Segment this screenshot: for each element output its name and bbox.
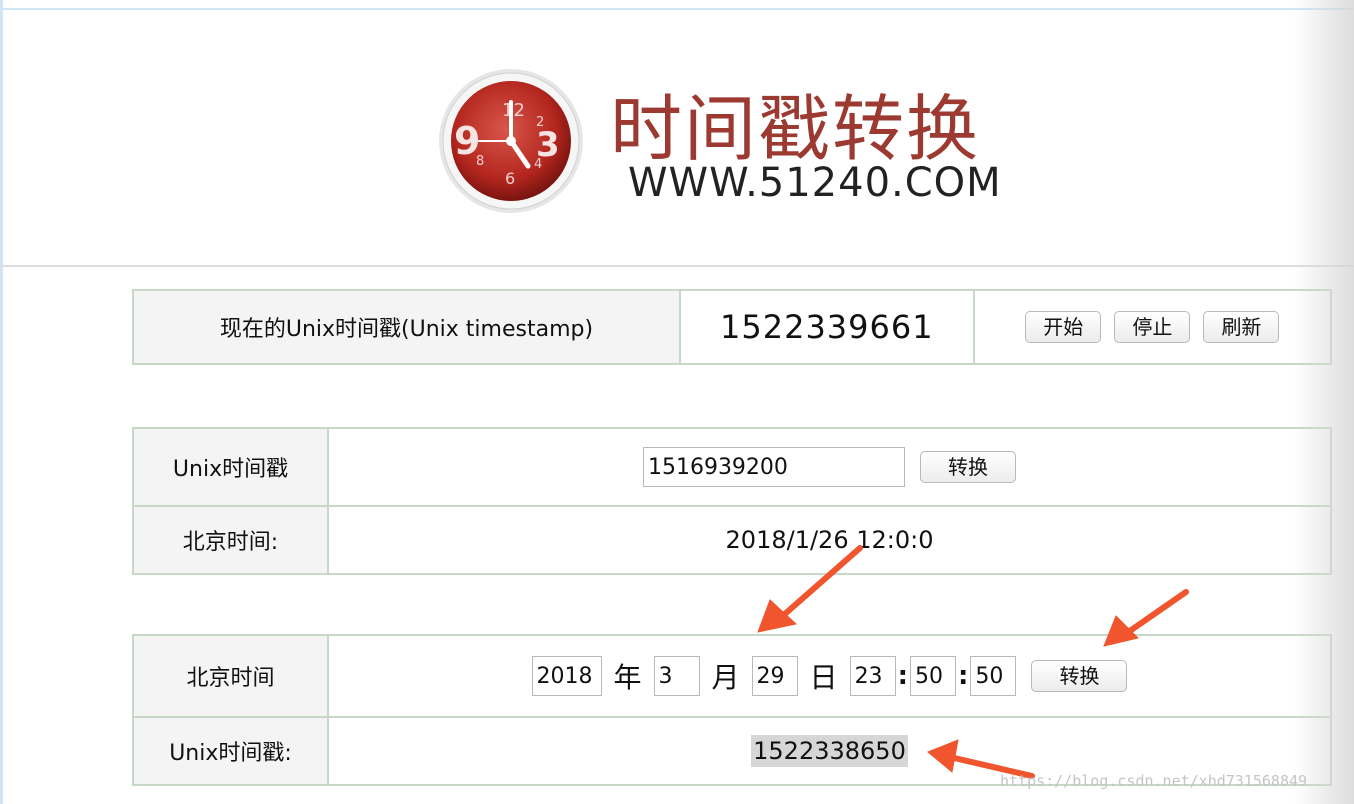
svg-text:6: 6 <box>505 169 515 188</box>
unix-result-label: Unix时间戳: <box>132 716 329 786</box>
watermark: https://blog.csdn.net/xhd731568849 <box>1000 772 1308 790</box>
timestamp-controls: 开始 停止 刷新 <box>972 289 1333 365</box>
beijing-time-label: 北京时间 <box>132 634 329 718</box>
stop-button[interactable]: 停止 <box>1114 311 1191 343</box>
logo-url: WWW.51240.COM <box>628 160 1002 206</box>
left-border <box>0 0 3 804</box>
unix-input-cell: 转换 <box>327 427 1332 507</box>
unix-timestamp-input[interactable] <box>642 447 905 487</box>
day-input[interactable] <box>751 656 798 696</box>
minute-input[interactable] <box>909 656 956 696</box>
unix-result-value: 1522338650 <box>751 735 908 767</box>
unix-timestamp-label: Unix时间戳 <box>132 427 329 507</box>
second-input[interactable] <box>970 656 1017 696</box>
current-timestamp-label: 现在的Unix时间戳(Unix timestamp) <box>132 289 681 365</box>
date-inputs-cell: 年 月 日:: 转换 <box>327 634 1332 718</box>
svg-text:12: 12 <box>502 100 525 121</box>
refresh-button[interactable]: 刷新 <box>1203 311 1280 343</box>
header-divider <box>0 265 1354 267</box>
convert-to-unix-button[interactable]: 转换 <box>1031 660 1128 692</box>
minute-second-colon: : <box>957 661 969 691</box>
beijing-time-result: 2018/1/26 12:0:0 <box>327 505 1332 575</box>
current-timestamp-table: 现在的Unix时间戳(Unix timestamp) 1522339661 开始… <box>132 289 1333 365</box>
page: 12 2 3 9 8 4 6 时间戳转换 WWW.51240.COM 现在的Un… <box>0 0 1354 804</box>
site-logo[interactable]: 12 2 3 9 8 4 6 时间戳转换 WWW.51240.COM <box>438 68 1001 218</box>
day-unit: 日 <box>809 661 838 694</box>
convert-to-date-button[interactable]: 转换 <box>920 451 1017 483</box>
year-input[interactable] <box>531 656 602 696</box>
svg-text:8: 8 <box>476 154 484 169</box>
svg-text:4: 4 <box>534 157 542 172</box>
month-unit: 月 <box>711 661 740 694</box>
hour-minute-colon: : <box>897 661 908 691</box>
date-to-unix-table: 北京时间 年 月 日:: 转换 Unix时间戳: 1522338650 <box>132 634 1332 786</box>
year-unit: 年 <box>613 661 642 694</box>
current-timestamp-value: 1522339661 <box>678 289 975 365</box>
month-input[interactable] <box>653 656 700 696</box>
start-button[interactable]: 开始 <box>1025 311 1102 343</box>
beijing-time-result-label: 北京时间: <box>132 505 329 575</box>
clock-logo-icon: 12 2 3 9 8 4 6 <box>439 69 583 213</box>
hour-input[interactable] <box>849 656 896 696</box>
unix-to-date-table: Unix时间戳 转换 北京时间: 2018/1/26 12:0:0 <box>132 427 1332 575</box>
top-border <box>0 0 1354 10</box>
